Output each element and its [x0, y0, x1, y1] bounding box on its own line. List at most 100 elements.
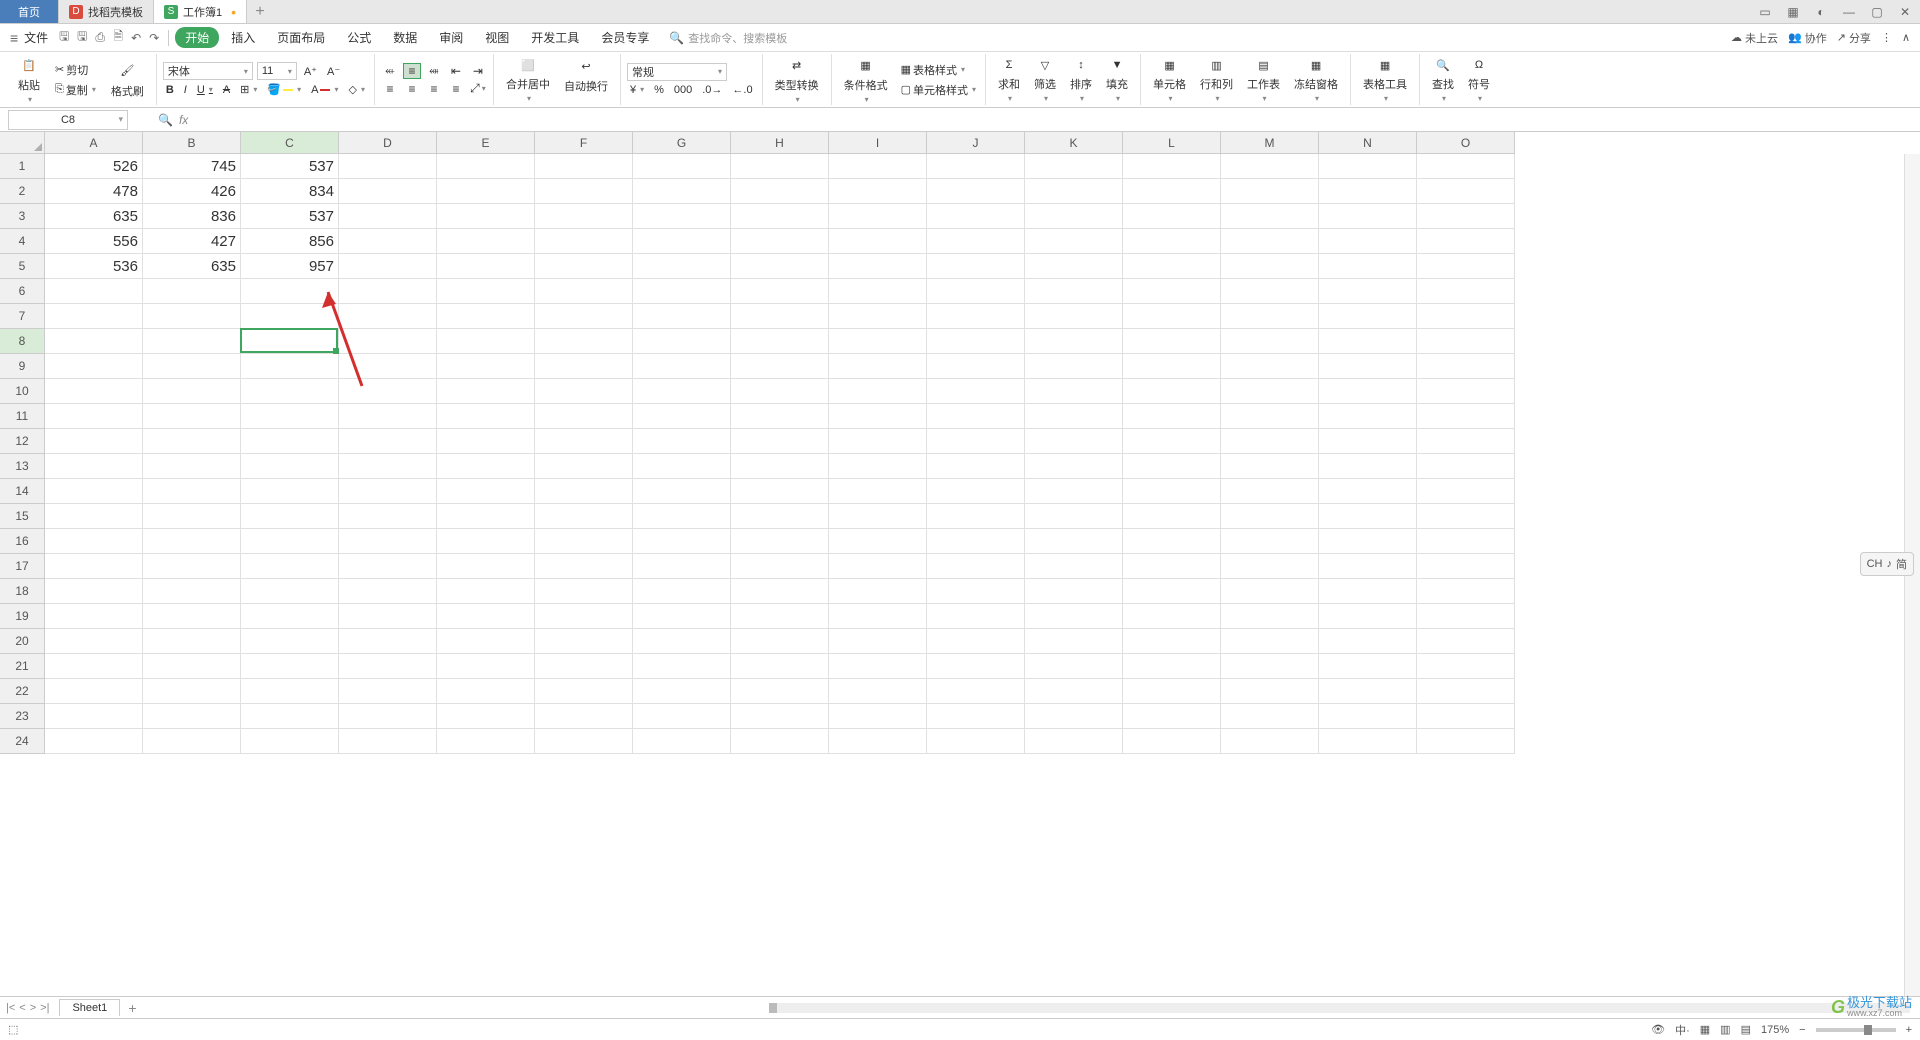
column-header[interactable]: G — [633, 132, 731, 154]
cell[interactable] — [731, 204, 829, 229]
cell[interactable] — [633, 329, 731, 354]
indent-decrease-icon[interactable]: ⇤ — [447, 63, 465, 79]
cell[interactable] — [633, 204, 731, 229]
cell[interactable] — [1221, 529, 1319, 554]
column-header[interactable]: L — [1123, 132, 1221, 154]
column-header[interactable]: J — [927, 132, 1025, 154]
cell[interactable] — [829, 329, 927, 354]
cell[interactable] — [143, 704, 241, 729]
copy-button[interactable]: ⎘ 复制 — [52, 81, 99, 99]
cell[interactable] — [535, 554, 633, 579]
percent-button[interactable]: % — [651, 83, 667, 97]
cell[interactable] — [1221, 204, 1319, 229]
cell[interactable] — [731, 729, 829, 754]
cell[interactable] — [45, 479, 143, 504]
cell[interactable] — [731, 279, 829, 304]
cell[interactable] — [633, 379, 731, 404]
cell[interactable] — [1319, 329, 1417, 354]
cell[interactable] — [1221, 379, 1319, 404]
align-center-icon[interactable]: ≡ — [403, 81, 421, 97]
cell[interactable] — [45, 629, 143, 654]
cell[interactable] — [437, 679, 535, 704]
cell[interactable]: 635 — [45, 204, 143, 229]
cell[interactable] — [731, 529, 829, 554]
cell[interactable] — [437, 229, 535, 254]
cell[interactable] — [1319, 629, 1417, 654]
cell[interactable] — [1417, 554, 1515, 579]
row-header[interactable]: 12 — [0, 429, 45, 454]
eye-icon[interactable]: 👁 — [1651, 1023, 1665, 1036]
cell[interactable] — [437, 379, 535, 404]
cell[interactable]: 478 — [45, 179, 143, 204]
type-convert-button[interactable]: ⇄类型转换 — [769, 53, 825, 106]
cell[interactable] — [339, 729, 437, 754]
cell[interactable] — [45, 704, 143, 729]
cell[interactable] — [437, 529, 535, 554]
command-search[interactable]: 🔍 查找命令、搜索模板 — [669, 30, 787, 46]
align-top-icon[interactable]: ⬴ — [381, 63, 399, 79]
cell[interactable] — [1025, 254, 1123, 279]
cell[interactable] — [241, 279, 339, 304]
cell[interactable] — [633, 654, 731, 679]
cell[interactable] — [1319, 679, 1417, 704]
cell[interactable] — [927, 454, 1025, 479]
cell[interactable] — [731, 629, 829, 654]
cell[interactable] — [535, 354, 633, 379]
merge-button[interactable]: ⬜合并居中 — [500, 54, 556, 105]
cell[interactable] — [339, 229, 437, 254]
cell[interactable] — [1417, 454, 1515, 479]
cell[interactable] — [1221, 329, 1319, 354]
cell[interactable] — [1123, 729, 1221, 754]
add-sheet-button[interactable]: + — [120, 1000, 144, 1016]
cell[interactable] — [1319, 479, 1417, 504]
cell[interactable] — [633, 704, 731, 729]
sum-button[interactable]: Σ求和 — [992, 54, 1026, 105]
cell[interactable]: 427 — [143, 229, 241, 254]
cell[interactable] — [731, 479, 829, 504]
cell[interactable] — [1319, 379, 1417, 404]
cell[interactable] — [731, 329, 829, 354]
column-header[interactable]: M — [1221, 132, 1319, 154]
cell[interactable] — [633, 454, 731, 479]
align-bottom-icon[interactable]: ⬵ — [425, 63, 443, 79]
cell[interactable] — [633, 354, 731, 379]
currency-button[interactable]: ¥ — [627, 83, 647, 97]
layout-icon[interactable]: ▭ — [1756, 3, 1774, 21]
cell[interactable] — [829, 629, 927, 654]
sheet-first-icon[interactable]: |< — [6, 1002, 15, 1014]
row-header[interactable]: 17 — [0, 554, 45, 579]
cell[interactable] — [1025, 479, 1123, 504]
cell[interactable] — [1221, 479, 1319, 504]
cell[interactable] — [1025, 429, 1123, 454]
row-header[interactable]: 13 — [0, 454, 45, 479]
cell[interactable] — [1319, 429, 1417, 454]
cell[interactable] — [241, 454, 339, 479]
cell[interactable] — [1025, 404, 1123, 429]
cell[interactable] — [1221, 279, 1319, 304]
menu-start[interactable]: 开始 — [175, 27, 219, 48]
cell[interactable] — [633, 554, 731, 579]
cell[interactable] — [1417, 729, 1515, 754]
cell[interactable] — [829, 254, 927, 279]
cell[interactable] — [1221, 604, 1319, 629]
maximize-button[interactable]: ▢ — [1868, 3, 1886, 21]
cell[interactable] — [731, 254, 829, 279]
cell[interactable] — [1417, 479, 1515, 504]
cell[interactable] — [927, 704, 1025, 729]
cell[interactable] — [927, 654, 1025, 679]
cell[interactable] — [241, 629, 339, 654]
cell[interactable] — [633, 579, 731, 604]
cell[interactable] — [437, 429, 535, 454]
cell[interactable] — [143, 379, 241, 404]
cell[interactable] — [535, 229, 633, 254]
cell[interactable] — [45, 379, 143, 404]
cell[interactable] — [339, 454, 437, 479]
cell[interactable] — [45, 529, 143, 554]
cell[interactable] — [1417, 704, 1515, 729]
cell[interactable] — [1025, 679, 1123, 704]
column-header[interactable]: O — [1417, 132, 1515, 154]
cell[interactable] — [927, 279, 1025, 304]
row-header[interactable]: 4 — [0, 229, 45, 254]
cell[interactable] — [1123, 554, 1221, 579]
cell[interactable] — [1025, 504, 1123, 529]
